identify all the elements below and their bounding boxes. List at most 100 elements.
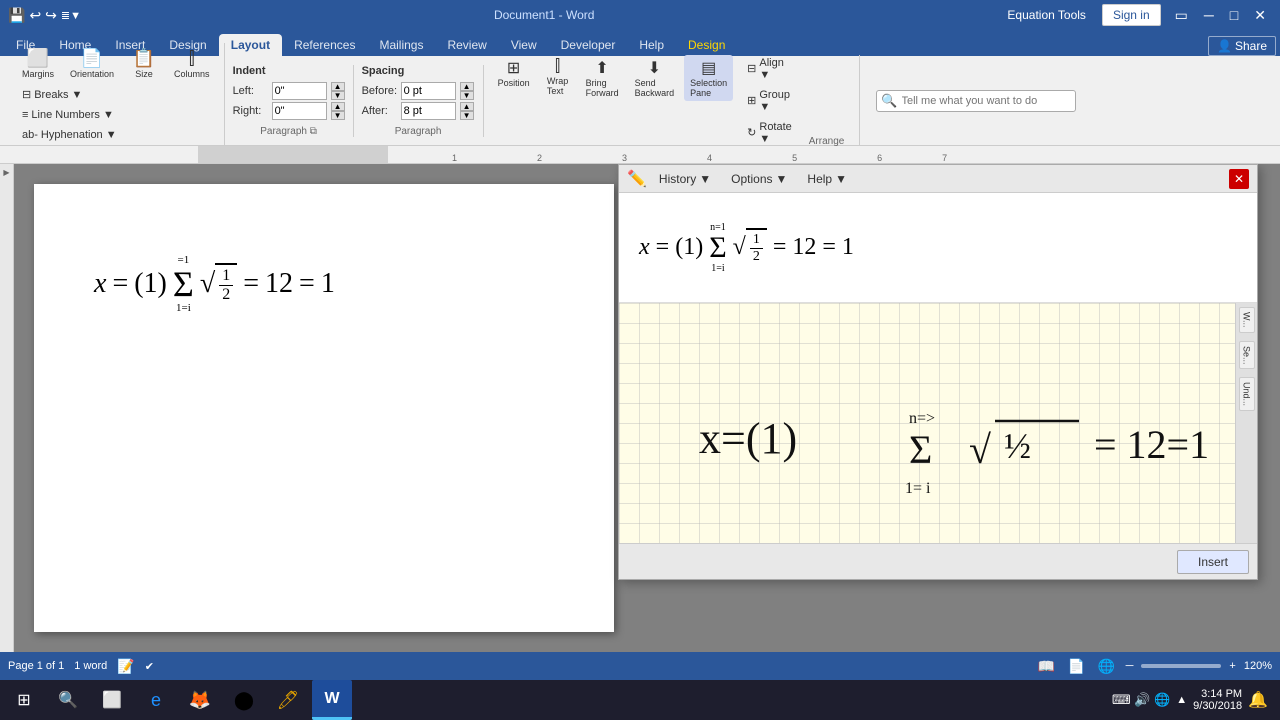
zoom-slider[interactable] [1141,664,1221,668]
customize-icon[interactable]: ≣▼ [61,9,81,22]
indent-left-input[interactable] [272,82,327,100]
options-label: Options [731,172,772,186]
undo-icon[interactable]: ↩ [29,7,41,24]
tab-eq-design[interactable]: Design [676,34,737,56]
prev-12: 12 [792,234,816,261]
wrap-text-button[interactable]: ⫿ WrapText [540,55,576,99]
tab-help[interactable]: Help [627,34,676,56]
maximize-button[interactable]: □ [1224,7,1244,23]
proofing-icon[interactable]: 📝 [117,658,134,675]
indent-left-up[interactable]: ▲ [331,82,345,91]
ink-panel-input-area[interactable]: x=(1) n=> Σ 1= i √ ½ = 12=1 [619,303,1235,543]
tab-review[interactable]: Review [435,34,498,56]
spacing-before-down[interactable]: ▼ [460,91,474,100]
help-menu-item[interactable]: Help ▼ [799,168,855,190]
ribbon-search[interactable]: 🔍 [876,90,1076,112]
indent-right-down[interactable]: ▼ [331,111,345,120]
ruler-mark-4: 4 [707,153,712,163]
tab-layout[interactable]: Layout [219,34,282,56]
spacing-after-input[interactable] [401,102,456,120]
group-button[interactable]: ⊞ Group ▼ [741,87,798,115]
print-layout-button[interactable]: 📄 [1066,655,1088,677]
ruler-mark-7: 7 [942,153,947,163]
breaks-button[interactable]: ⊟ Breaks ▼ [16,86,88,103]
spacing-before-up[interactable]: ▲ [460,82,474,91]
prev-final1: 1 [842,234,854,261]
prev-1: (1) [675,234,703,261]
document-equation: x = (1) =1 Σ 1=i √ 1 2 = 12 [94,254,554,314]
zoom-plus-icon[interactable]: + [1229,660,1235,672]
indent-right-up[interactable]: ▲ [331,102,345,111]
side-se-button[interactable]: Se... [1239,341,1255,370]
word-taskbar-button[interactable]: W [312,680,352,720]
signin-button[interactable]: Sign in [1102,4,1161,26]
search-taskbar-button[interactable]: 🔍 [48,680,88,720]
tab-mailings[interactable]: Mailings [367,34,435,56]
share-button[interactable]: 👤 Share [1208,36,1276,56]
page-setup-buttons-row: ⬜ Margins 📄 Orientation 📋 Size ⫿ Columns [16,45,216,82]
align-button[interactable]: ⊟ Align ▼ [741,55,798,83]
chrome-button[interactable]: ⬤ [224,680,264,720]
read-mode-button[interactable]: 📖 [1036,655,1058,677]
position-button[interactable]: ⊞ Position [492,55,536,91]
send-backward-button[interactable]: ⬇ SendBackward [629,55,681,101]
search-input[interactable] [898,95,1072,107]
side-w-button[interactable]: W... [1239,307,1255,333]
minimize-button[interactable]: ─ [1198,7,1220,23]
notification-icon[interactable]: 🔔 [1248,690,1268,710]
spacing-after-up[interactable]: ▲ [460,102,474,111]
edge-button[interactable]: e [136,680,176,720]
line-numbers-button[interactable]: ≡ Line Numbers ▼ [16,107,120,123]
insert-button[interactable]: Insert [1177,550,1249,574]
close-button[interactable]: ✕ [1248,7,1272,24]
indent-left-down[interactable]: ▼ [331,91,345,100]
indent-left-spinner[interactable]: ▲ ▼ [331,82,345,100]
side-und-button[interactable]: Und... [1239,377,1255,411]
firefox-icon: 🦊 [189,690,211,711]
prev-sigma-bot: 1=i [711,263,724,274]
indent-left-label: Left: [233,85,268,97]
paragraph-expand-icon[interactable]: ⧉ [310,126,317,137]
document-area: x = (1) =1 Σ 1=i √ 1 2 = 12 [14,164,1280,652]
hyphenation-icon: ab- [22,129,38,141]
save-icon[interactable]: 💾 [8,7,25,24]
tab-references[interactable]: References [282,34,367,56]
paint-button[interactable]: 🖊 [268,680,308,720]
history-menu-item[interactable]: History ▼ [651,168,719,190]
rotate-button[interactable]: ↻ Rotate ▼ [741,119,798,147]
spacing-after-spinner[interactable]: ▲ ▼ [460,102,474,120]
zoom-minus-icon[interactable]: ─ [1126,660,1134,672]
tab-view[interactable]: View [499,34,549,56]
prev-eq2: = [773,234,787,261]
orientation-button[interactable]: 📄 Orientation [64,45,120,82]
indent-right-input[interactable] [272,102,327,120]
web-layout-button[interactable]: 🌐 [1096,655,1118,677]
spacing-before-input[interactable] [401,82,456,100]
size-button[interactable]: 📋 Size [124,45,164,82]
task-view-button[interactable]: ⬜ [92,680,132,720]
bring-forward-button[interactable]: ⬆ BringForward [580,55,625,101]
firefox-button[interactable]: 🦊 [180,680,220,720]
hyphenation-button[interactable]: ab- Hyphenation ▼ [16,127,123,143]
options-menu-item[interactable]: Options ▼ [723,168,795,190]
redo-icon[interactable]: ↪ [45,7,57,24]
title-bar-right: Equation Tools Sign in ▭ ─ □ ✕ [1007,4,1272,26]
margins-button[interactable]: ⬜ Margins [16,45,60,82]
eq-tools-label: Equation Tools [1007,8,1086,22]
spacing-after-down[interactable]: ▼ [460,111,474,120]
ribbon-display-icon[interactable]: ▭ [1169,7,1194,24]
indent-right-spinner[interactable]: ▲ ▼ [331,102,345,120]
send-backward-icon: ⬇ [648,58,661,78]
ink-panel-close-button[interactable]: ✕ [1229,169,1249,189]
clock-date: 9/30/2018 [1193,700,1242,712]
prev-eq1: = [656,234,670,261]
spacing-before-spinner[interactable]: ▲ ▼ [460,82,474,100]
taskbar-expand-icon[interactable]: ▲ [1176,694,1187,706]
start-button[interactable]: ⊞ [4,680,44,720]
selection-pane-button[interactable]: ▤ SelectionPane [684,55,733,101]
columns-button[interactable]: ⫿ Columns [168,45,216,82]
ruler-mark-2: 2 [537,153,542,163]
tab-developer[interactable]: Developer [549,34,628,56]
eq-1: 1 [321,268,335,300]
quick-access-toolbar: 💾 ↩ ↪ ≣▼ [8,7,81,24]
